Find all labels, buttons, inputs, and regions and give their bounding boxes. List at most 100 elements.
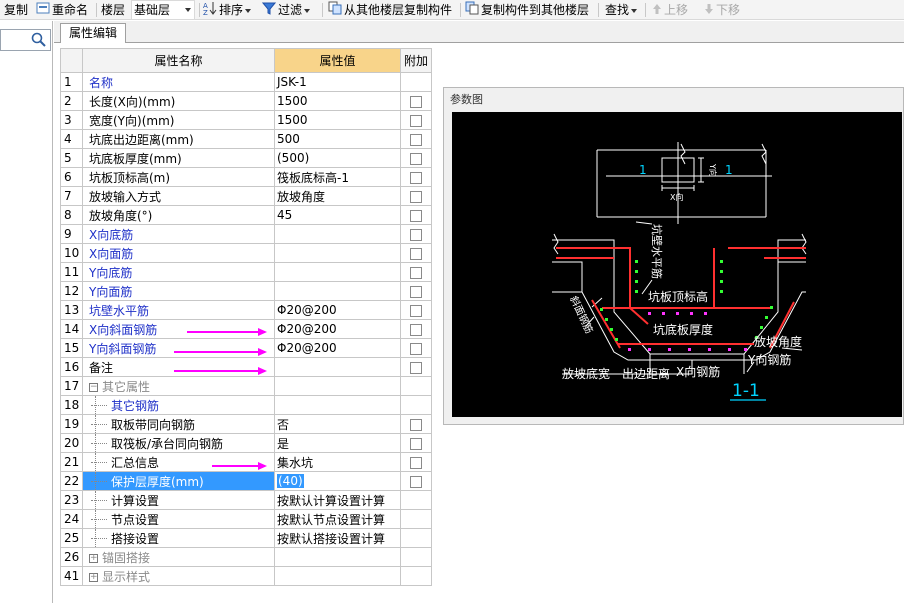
property-name-cell[interactable]: X向斜面钢筋 [82, 319, 275, 339]
property-value-cell[interactable]: 45 [274, 205, 401, 225]
table-row[interactable]: 21 汇总信息 集水坑 [60, 452, 432, 472]
property-value-cell[interactable] [274, 395, 401, 415]
table-row[interactable]: 41 + 显示样式 [60, 566, 432, 586]
property-name-cell[interactable]: 放坡角度(°) [82, 205, 275, 225]
property-name-cell[interactable]: 放坡输入方式 [82, 186, 275, 206]
find-button[interactable]: 查找 [605, 0, 638, 20]
property-name-cell[interactable]: 搭接设置 [82, 528, 275, 548]
copy-button[interactable]: 复制 [4, 0, 28, 20]
table-row[interactable]: 1 名称 JSK-1 [60, 72, 432, 92]
table-row[interactable]: 22 保护层厚度(mm) (40) [60, 471, 432, 491]
property-name-cell[interactable]: 其它钢筋 [82, 395, 275, 415]
property-name-cell[interactable]: 备注 [82, 357, 275, 377]
table-row[interactable]: 26 + 锚固搭接 [60, 547, 432, 567]
property-value-cell[interactable]: 按默认节点设置计算 [274, 509, 401, 529]
property-value-cell[interactable]: Φ20@200 [274, 338, 401, 358]
copy-to-other-floor-button[interactable]: 复制构件到其他楼层 [465, 0, 589, 20]
attach-checkbox[interactable] [410, 114, 422, 127]
attach-checkbox[interactable] [410, 133, 422, 146]
table-row[interactable]: 4 坑底出边距离(mm) 500 [60, 129, 432, 149]
move-down-button[interactable]: 下移 [704, 0, 740, 20]
rename-button[interactable]: 重命名 [36, 0, 88, 20]
property-name-cell[interactable]: X向底筋 [82, 224, 275, 244]
property-name-cell[interactable]: 计算设置 [82, 490, 275, 510]
table-row[interactable]: 25 搭接设置 按默认搭接设置计算 [60, 528, 432, 548]
property-value-cell[interactable]: 按默认计算设置计算 [274, 490, 401, 510]
property-value-cell[interactable]: 按默认搭接设置计算 [274, 528, 401, 548]
property-value-cell[interactable] [274, 262, 401, 282]
property-name-cell[interactable]: 长度(X向)(mm) [82, 91, 275, 111]
tab-property-edit[interactable]: 属性编辑 [60, 23, 126, 44]
property-name-cell[interactable]: 节点设置 [82, 509, 275, 529]
property-value-cell[interactable]: 放坡角度 [274, 186, 401, 206]
table-row[interactable]: 20 取筏板/承台同向钢筋 是 [60, 433, 432, 453]
property-value-cell[interactable]: 否 [274, 414, 401, 434]
property-value-cell[interactable] [274, 547, 401, 567]
table-row[interactable]: 11 Y向底筋 [60, 262, 432, 282]
table-row[interactable]: 3 宽度(Y向)(mm) 1500 [60, 110, 432, 130]
property-name-cell[interactable]: 坑底出边距离(mm) [82, 129, 275, 149]
property-name-cell[interactable]: Y向斜面钢筋 [82, 338, 275, 358]
table-row[interactable]: 10 X向面筋 [60, 243, 432, 263]
collapse-icon[interactable]: − [89, 382, 98, 392]
expand-icon[interactable]: + [89, 572, 98, 582]
table-row[interactable]: 9 X向底筋 [60, 224, 432, 244]
attach-checkbox[interactable] [410, 437, 422, 450]
property-value-cell[interactable] [274, 281, 401, 301]
table-row[interactable]: 18 其它钢筋 [60, 395, 432, 415]
property-name-cell[interactable]: 汇总信息 [82, 452, 275, 472]
property-value-cell[interactable]: Φ20@200 [274, 319, 401, 339]
sort-button[interactable]: AZ 排序 [203, 0, 252, 20]
filter-button[interactable]: 过滤 [261, 0, 311, 20]
attach-checkbox[interactable] [410, 171, 422, 184]
property-value-cell[interactable] [274, 357, 401, 377]
property-name-cell[interactable]: X向面筋 [82, 243, 275, 263]
property-name-cell[interactable]: 坑壁水平筋 [82, 300, 275, 320]
attach-checkbox[interactable] [410, 95, 422, 108]
property-name-cell[interactable]: + 显示样式 [82, 566, 275, 586]
table-row[interactable]: 19 取板带同向钢筋 否 [60, 414, 432, 434]
attach-checkbox[interactable] [410, 475, 422, 488]
table-row[interactable]: 12 Y向面筋 [60, 281, 432, 301]
attach-checkbox[interactable] [410, 342, 422, 355]
expand-icon[interactable]: + [89, 553, 98, 563]
property-value-cell[interactable]: (500) [274, 148, 401, 168]
property-name-cell[interactable]: Y向面筋 [82, 281, 275, 301]
table-row[interactable]: 13 坑壁水平筋 Φ20@200 [60, 300, 432, 320]
table-row[interactable]: 14 X向斜面钢筋 Φ20@200 [60, 319, 432, 339]
property-value-cell[interactable]: JSK-1 [274, 72, 401, 92]
table-row[interactable]: 2 长度(X向)(mm) 1500 [60, 91, 432, 111]
attach-checkbox[interactable] [410, 418, 422, 431]
property-value-cell[interactable] [274, 243, 401, 263]
table-row[interactable]: 15 Y向斜面钢筋 Φ20@200 [60, 338, 432, 358]
property-value-cell[interactable] [274, 566, 401, 586]
table-row[interactable]: 6 坑板顶标高(m) 筏板底标高-1 [60, 167, 432, 187]
property-name-cell[interactable]: 宽度(Y向)(mm) [82, 110, 275, 130]
move-up-button[interactable]: 上移 [652, 0, 688, 20]
property-name-cell[interactable]: Y向底筋 [82, 262, 275, 282]
search-input[interactable] [0, 29, 51, 51]
property-name-cell[interactable]: 坑板顶标高(m) [82, 167, 275, 187]
attach-checkbox[interactable] [410, 456, 422, 469]
property-value-cell[interactable]: Φ20@200 [274, 300, 401, 320]
property-value-cell[interactable] [274, 376, 401, 396]
attach-checkbox[interactable] [410, 304, 422, 317]
attach-checkbox[interactable] [410, 266, 422, 279]
attach-checkbox[interactable] [410, 190, 422, 203]
attach-checkbox[interactable] [410, 361, 422, 374]
attach-checkbox[interactable] [410, 285, 422, 298]
table-row[interactable]: 5 坑底板厚度(mm) (500) [60, 148, 432, 168]
property-name-cell[interactable]: 取筏板/承台同向钢筋 [82, 433, 275, 453]
attach-checkbox[interactable] [410, 209, 422, 222]
table-row[interactable]: 17− 其它属性 [60, 376, 432, 396]
property-value-cell[interactable]: 筏板底标高-1 [274, 167, 401, 187]
attach-checkbox[interactable] [410, 228, 422, 241]
property-value-cell[interactable]: 1500 [274, 91, 401, 111]
property-value-cell[interactable]: 500 [274, 129, 401, 149]
table-row[interactable]: 23 计算设置 按默认计算设置计算 [60, 490, 432, 510]
table-row[interactable]: 24 节点设置 按默认节点设置计算 [60, 509, 432, 529]
search-icon[interactable] [31, 32, 46, 50]
floor-select[interactable]: 基础层 [131, 0, 195, 20]
property-value-cell[interactable]: (40) [274, 471, 401, 491]
property-name-cell[interactable]: 名称 [82, 72, 275, 92]
